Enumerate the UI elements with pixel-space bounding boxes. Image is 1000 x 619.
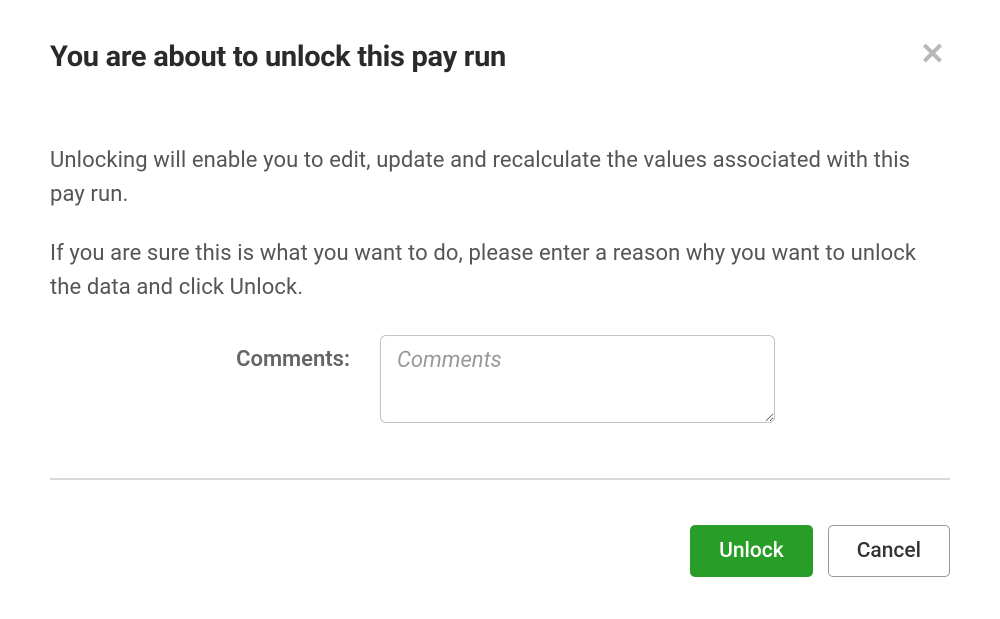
modal-body: Unlocking will enable you to edit, updat… xyxy=(50,144,950,423)
unlock-button[interactable]: Unlock xyxy=(690,525,813,577)
modal-header: You are about to unlock this pay run ✕ xyxy=(50,40,950,74)
close-icon[interactable]: ✕ xyxy=(915,40,950,70)
unlock-description-text: Unlocking will enable you to edit, updat… xyxy=(50,144,950,212)
comments-form-row: Comments: xyxy=(50,335,950,423)
comments-label: Comments: xyxy=(50,335,350,372)
unlock-instruction-text: If you are sure this is what you want to… xyxy=(50,237,950,305)
comments-input[interactable] xyxy=(380,335,775,423)
modal-footer: Unlock Cancel xyxy=(50,478,950,577)
modal-title: You are about to unlock this pay run xyxy=(50,40,506,74)
cancel-button[interactable]: Cancel xyxy=(828,525,950,577)
